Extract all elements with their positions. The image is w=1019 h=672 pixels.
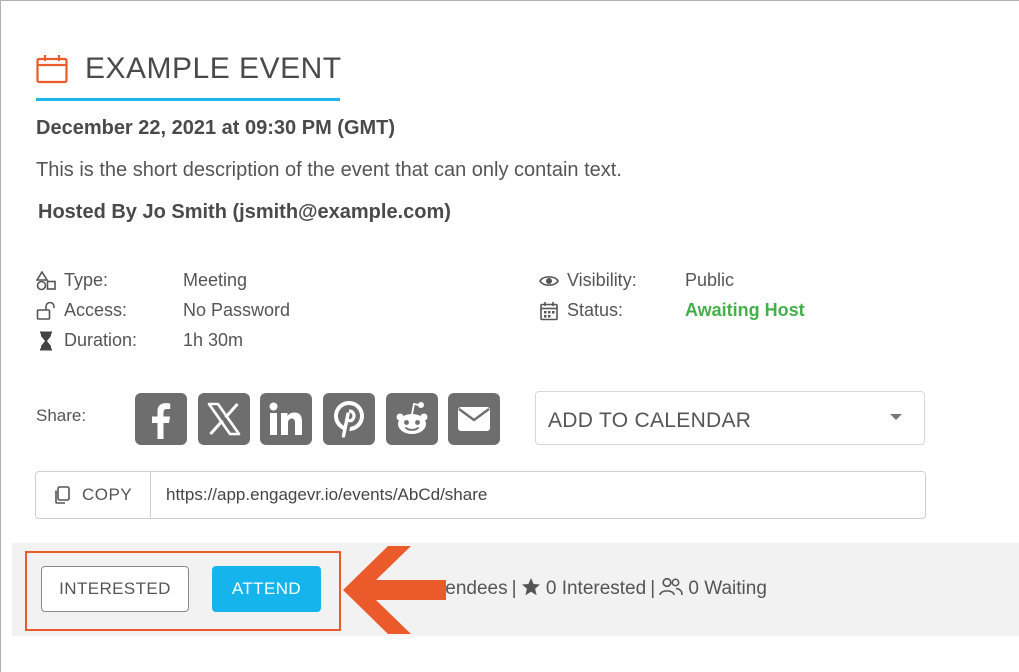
stats-separator: | (511, 578, 517, 599)
star-icon (521, 578, 540, 596)
attend-button[interactable]: ATTEND (212, 566, 321, 612)
event-card: EXAMPLE EVENT December 22, 2021 at 09:30… (0, 0, 1019, 672)
add-to-calendar-dropdown[interactable]: ADD TO CALENDAR (535, 391, 925, 445)
share-link-group: COPY https://app.engagevr.io/events/AbCd… (35, 471, 926, 519)
detail-access: Access: No Password (36, 300, 336, 322)
share-url-field[interactable]: https://app.engagevr.io/events/AbCd/shar… (166, 485, 487, 505)
detail-visibility-value: Public (685, 270, 735, 290)
share-linkedin-button[interactable] (260, 393, 312, 445)
calendar-icon (36, 55, 68, 84)
interested-button[interactable]: INTERESTED (41, 566, 189, 612)
interested-count: 0 Interested (545, 578, 647, 599)
share-pinterest-button[interactable] (323, 393, 375, 445)
eye-icon (539, 276, 559, 286)
add-to-calendar-label: ADD TO CALENDAR (548, 409, 752, 432)
detail-duration-label: Duration: (64, 330, 138, 350)
detail-type-label: Type: (64, 270, 109, 290)
users-icon (659, 577, 683, 596)
event-description: This is the short description of the eve… (36, 159, 622, 181)
detail-visibility: Visibility: Public (539, 270, 839, 292)
chevron-down-icon (890, 414, 902, 420)
event-host: Hosted By Jo Smith (jsmith@example.com) (38, 201, 451, 223)
detail-status: Status: Awaiting Host (539, 300, 839, 322)
card-border-top (0, 0, 1019, 1)
copy-icon (55, 486, 70, 504)
pointer-arrow-icon (343, 546, 446, 634)
detail-type: Type: Meeting (36, 270, 336, 292)
x-icon (207, 402, 241, 436)
detail-status-value: Awaiting Host (685, 300, 805, 320)
copy-button-label: COPY (82, 485, 133, 504)
event-date: December 22, 2021 at 09:30 PM (GMT) (36, 117, 396, 139)
reddit-icon (396, 402, 428, 434)
calendar-small-icon (540, 302, 558, 321)
share-x-button[interactable] (198, 393, 250, 445)
linkedin-icon (269, 402, 302, 435)
pinterest-icon (334, 401, 364, 438)
shapes-icon (36, 271, 56, 291)
event-title: EXAMPLE EVENT (85, 52, 342, 85)
unlock-icon (36, 301, 55, 320)
detail-type-value: Meeting (183, 270, 248, 290)
detail-status-label: Status: (567, 300, 624, 320)
share-label: Share: (36, 406, 87, 425)
waiting-count: 0 Waiting (688, 578, 767, 599)
stats-separator: | (650, 578, 656, 599)
hourglass-icon (40, 331, 52, 351)
event-header: EXAMPLE EVENT (36, 52, 342, 101)
facebook-icon (152, 403, 171, 439)
share-email-button[interactable] (448, 393, 500, 445)
share-facebook-button[interactable] (135, 393, 187, 445)
event-stats: tendees | 0 Interested | 0 Waiting (440, 577, 767, 600)
card-border-left (0, 0, 1, 672)
detail-duration: Duration: 1h 30m (36, 330, 336, 352)
detail-visibility-label: Visibility: (567, 270, 637, 290)
detail-duration-value: 1h 30m (183, 330, 244, 350)
detail-access-label: Access: (64, 300, 128, 320)
detail-access-value: No Password (183, 300, 291, 320)
copy-button[interactable]: COPY (36, 472, 151, 518)
attendees-count: tendees (440, 578, 508, 599)
share-reddit-button[interactable] (386, 393, 438, 445)
email-icon (458, 407, 490, 431)
